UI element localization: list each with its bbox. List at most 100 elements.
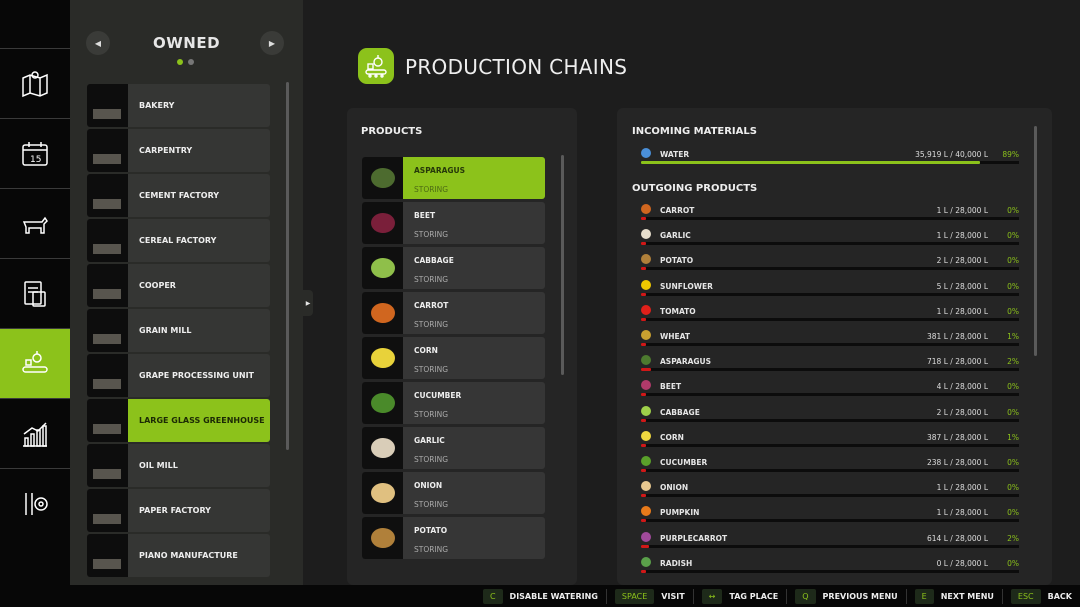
building-thumbnail [87,489,128,532]
products-scrollbar[interactable] [561,155,564,375]
product-thumbnail [362,202,403,244]
hint-label: PREVIOUS MENU [822,591,898,601]
building-item[interactable]: PAPER FACTORY [87,489,270,532]
material-name: CARROT [660,206,695,215]
product-item[interactable]: CORN STORING [362,337,545,379]
building-item[interactable]: LARGE GLASS GREENHOUSE [87,399,270,442]
product-thumbnail [362,427,403,469]
product-thumbnail [362,157,403,199]
hint-tag-place[interactable]: ↔ TAG PLACE [692,588,778,604]
nav-contracts[interactable] [0,258,70,328]
material-percent: 2% [1007,357,1019,367]
fill-level [641,343,647,346]
building-thumbnail [87,354,128,397]
collapse-toggle[interactable]: ▶ [303,290,313,316]
product-name: CUCUMBER [414,391,462,400]
material-name: BEET [660,382,682,392]
building-item[interactable]: CEMENT FACTORY [87,174,270,217]
page-title: PRODUCTION CHAINS [405,55,628,79]
product-item[interactable]: ONION STORING [362,472,545,514]
building-item[interactable]: BAKERY [87,84,270,127]
hint-back[interactable]: ESC BACK [1001,588,1072,604]
product-status: STORING [414,545,449,554]
building-label: CARPENTRY [139,146,193,155]
building-label: GRAPE PROCESSING UNIT [139,371,255,380]
beet-icon [641,380,651,391]
hint-label: DISABLE WATERING [509,591,598,601]
fill-level [641,519,646,523]
products-title: PRODUCTS [361,126,423,137]
fill-level-bar [641,569,1019,573]
building-item[interactable]: COOPER [87,264,270,307]
product-name: CARROT [414,301,449,310]
product-thumbnail [362,382,403,424]
nav-calendar[interactable]: 15 [0,118,70,188]
hint-visit[interactable]: SPACE VISIT [605,588,685,604]
product-item[interactable]: CUCUMBER STORING [362,382,545,424]
carrot-icon [641,204,651,214]
building-label: LARGE GLASS GREENHOUSE [128,399,270,442]
building-label: OIL MILL [139,461,178,470]
hint-disable-watering[interactable]: C DISABLE WATERING [475,588,598,604]
product-item[interactable]: ASPARAGUS STORING [362,157,545,199]
purplecarrot-icon [641,531,651,542]
product-item[interactable]: GARLIC STORING [362,427,545,469]
material-name: WATER [660,150,690,159]
fill-level-bar [641,368,1019,372]
material-row: WHEAT 381 L / 28,000 L 1% [641,330,1019,352]
building-label: PAPER FACTORY [139,506,211,515]
incoming-title: INCOMING MATERIALS [632,126,757,137]
product-item[interactable]: POTATO STORING [362,517,545,559]
material-row: CARROT 1 L / 28,000 L 0% [641,204,1019,226]
building-item[interactable]: CEREAL FACTORY [87,219,270,262]
building-thumbnail [87,444,128,487]
building-thumbnail [87,129,128,172]
building-thumbnail [87,309,128,352]
potato-icon [641,254,651,265]
material-row: CABBAGE 2 L / 28,000 L 0% [641,405,1019,428]
hint-previous-menu[interactable]: Q PREVIOUS MENU [786,588,898,604]
building-item[interactable]: GRAPE PROCESSING UNIT [87,354,270,397]
page-dot[interactable] [188,59,194,65]
product-name: BEET [414,211,436,220]
calendar-icon: 15 [22,141,48,166]
owned-panel: ◀ OWNED ▶ BAKERY CARPENTRY CEMENT FACTORY C… [70,0,303,585]
building-item[interactable]: CARPENTRY [87,129,270,172]
building-item[interactable]: GRAIN MILL [87,309,270,352]
fill-level-bar [641,292,1019,296]
material-name: ONION [660,483,689,493]
material-amount: 4 L / 28,000 L [936,382,988,392]
nav-production[interactable] [0,328,70,398]
material-percent: 0% [1007,206,1019,215]
building-item[interactable]: PIANO MANUFACTURE [87,534,270,577]
nav-animals[interactable] [0,188,70,258]
material-amount: 35,919 L / 40,000 L [915,150,988,159]
nav-settings[interactable] [0,468,70,538]
fill-level [641,569,646,573]
product-item[interactable]: BEET STORING [362,202,545,244]
page-dot-active[interactable] [177,59,183,65]
product-item[interactable]: CARROT STORING [362,292,545,334]
product-name: CABBAGE [414,256,454,265]
product-status: STORING [414,455,449,464]
fill-level-bar [641,242,1019,246]
menu-sidebar: 15 [0,0,70,585]
owned-scrollbar[interactable] [286,82,289,450]
nav-statistics[interactable] [0,398,70,468]
building-item[interactable]: OIL MILL [87,444,270,487]
building-label: GRAIN MILL [139,326,192,335]
key-badge: ↔ [701,588,723,604]
map-icon [22,70,48,97]
material-name: POTATO [660,256,694,266]
product-status: STORING [414,500,449,509]
product-item[interactable]: CABBAGE STORING [362,247,545,289]
fill-level-bar [641,161,1019,164]
nav-map[interactable] [0,48,70,118]
products-panel: PRODUCTS ASPARAGUS STORING BEET STORING CABB… [347,108,577,585]
fill-level-bar [641,418,1019,422]
next-page-button[interactable]: ▶ [260,31,284,55]
key-badge: E [914,588,934,604]
details-scrollbar[interactable] [1034,126,1037,356]
hint-next-menu[interactable]: E NEXT MENU [905,588,994,604]
fill-level-bar [641,267,1019,271]
